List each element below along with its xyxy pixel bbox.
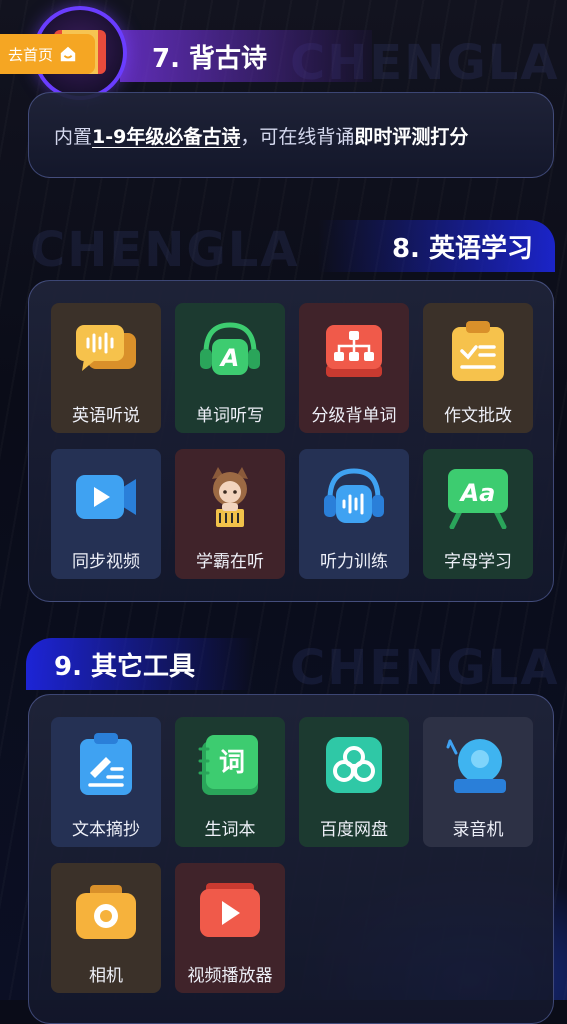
- camera-icon: [76, 885, 136, 939]
- hierarchy-icon: [326, 325, 382, 377]
- svg-text:A: A: [219, 344, 240, 372]
- desc-text: 内置: [54, 125, 93, 148]
- tile-label: 英语听说: [72, 406, 140, 426]
- home-button-label: 去首页: [8, 45, 54, 64]
- tile-label: 百度网盘: [320, 820, 388, 840]
- desc-underlined-text: 1-9年级必备古诗: [92, 125, 241, 148]
- section-title: 7. 背古诗: [152, 43, 268, 74]
- tile-listening-training[interactable]: 听力训练: [299, 449, 409, 579]
- tile-video-player[interactable]: 视频播放器: [175, 863, 285, 993]
- tile-label: 单词听写: [196, 406, 264, 426]
- desc-text: ，可在线背诵: [240, 125, 355, 148]
- clipboard-check-icon: [452, 321, 504, 381]
- chalkboard-aa-icon: Aa: [448, 469, 508, 529]
- speech-bubbles-icon: [76, 325, 136, 371]
- tile-word-dictation[interactable]: A 单词听写: [175, 303, 285, 433]
- tile-graded-words[interactable]: 分级背单词: [299, 303, 409, 433]
- desc-highlight-text: 即时评测打分: [354, 125, 469, 148]
- section-9-header: 9. 其它工具: [26, 638, 254, 690]
- video-player-icon: [200, 883, 260, 937]
- note-pen-icon: [80, 733, 132, 795]
- tile-alphabet-learning[interactable]: Aa 字母学习: [423, 449, 533, 579]
- tile-essay-correction[interactable]: 作文批改: [423, 303, 533, 433]
- cartoon-girl-icon: [212, 467, 248, 527]
- watermark-text: CHENGLA: [290, 640, 560, 696]
- vocabulary-book-icon: 词: [198, 735, 258, 795]
- tile-text-excerpt[interactable]: 文本摘抄: [51, 717, 161, 847]
- tile-label: 学霸在听: [196, 552, 264, 572]
- tile-label: 文本摘抄: [72, 820, 140, 840]
- section-8-header: 8. 英语学习: [318, 220, 555, 272]
- tile-baidu-netdisk[interactable]: 百度网盘: [299, 717, 409, 847]
- headphones-letter-a-icon: A: [200, 322, 260, 375]
- tile-label: 录音机: [452, 820, 504, 840]
- watermark-text: CHENGLA: [30, 222, 300, 278]
- bell-recorder-icon: [446, 739, 506, 793]
- tile-label: 听力训练: [320, 552, 388, 572]
- headphones-soundwave-icon: [324, 468, 384, 523]
- home-icon: [60, 46, 76, 62]
- tile-label: 作文批改: [444, 406, 512, 426]
- tile-label: 视频播放器: [187, 966, 273, 986]
- book-glyph: 词: [219, 748, 245, 778]
- home-button[interactable]: 去首页: [0, 34, 95, 74]
- tile-sync-video[interactable]: 同步视频: [51, 449, 161, 579]
- english-learning-panel: 英语听说 A 单词听写 分级背单词 作文批改 同步视频 学霸在听 听力训练 Aa…: [28, 280, 554, 602]
- tile-top-student-listening[interactable]: 学霸在听: [175, 449, 285, 579]
- other-tools-panel: 文本摘抄 词 生词本 百度网盘 录音机 相机 视频播放器: [28, 694, 554, 1024]
- svg-text:Aa: Aa: [459, 479, 496, 507]
- tile-label: 生词本: [204, 820, 256, 840]
- tile-label: 同步视频: [72, 552, 140, 572]
- poem-description-panel: 内置 1-9年级必备古诗 ，可在线背诵 即时评测打分: [28, 92, 554, 178]
- tile-camera[interactable]: 相机: [51, 863, 161, 993]
- tile-voice-recorder[interactable]: 录音机: [423, 717, 533, 847]
- section-title: 9. 其它工具: [54, 651, 196, 682]
- tile-label: 字母学习: [444, 552, 512, 572]
- section-title: 8. 英语学习: [391, 233, 533, 264]
- tile-label: 分级背单词: [311, 406, 397, 426]
- section-7-header: 7. 背古诗: [120, 30, 372, 82]
- video-camera-icon: [76, 475, 136, 519]
- tile-vocabulary-book[interactable]: 词 生词本: [175, 717, 285, 847]
- tile-label: 相机: [89, 966, 123, 986]
- tile-english-listening[interactable]: 英语听说: [51, 303, 161, 433]
- cloud-drive-icon: [326, 737, 382, 793]
